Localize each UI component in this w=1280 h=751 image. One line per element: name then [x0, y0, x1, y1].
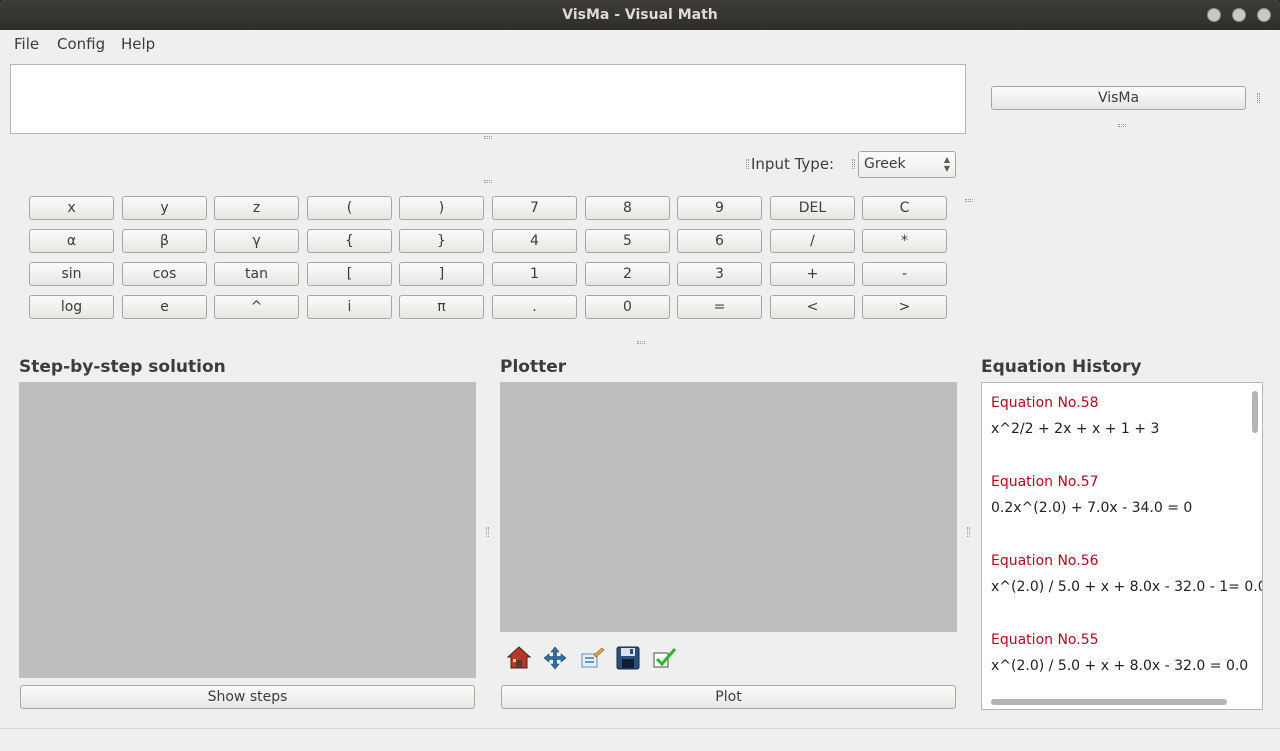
key-button[interactable]: log — [29, 295, 114, 319]
history-entry-title: Equation No.57 — [991, 474, 1099, 490]
history-entry-expression: x^(2.0) / 5.0 + x + 8.0x - 32.0 = 0.0 — [991, 658, 1249, 674]
title-bar[interactable]: VisMa - Visual Math — [0, 0, 1280, 30]
key-button[interactable]: ^ — [214, 295, 299, 319]
splitter-handle[interactable] — [637, 341, 645, 344]
app-window: VisMa - Visual Math File Config Help Vis… — [0, 0, 1280, 751]
key-button[interactable]: 4 — [492, 229, 577, 253]
key-button[interactable]: 7 — [492, 196, 577, 220]
steps-title: Step-by-step solution — [19, 357, 226, 377]
key-button[interactable]: β — [122, 229, 207, 253]
key-button[interactable]: / — [770, 229, 855, 253]
splitter-handle[interactable] — [1118, 124, 1126, 127]
key-button[interactable]: = — [677, 295, 762, 319]
history-title: Equation History — [981, 357, 1142, 377]
steps-panel — [19, 382, 476, 678]
key-button[interactable]: α — [29, 229, 114, 253]
history-entry-expression: 0.2x^(2.0) + 7.0x - 34.0 = 0 — [991, 500, 1193, 516]
status-bar — [0, 728, 1280, 751]
splitter-handle[interactable] — [852, 159, 855, 169]
menu-help[interactable]: Help — [121, 35, 155, 53]
equation-history-list[interactable]: Equation No.58 x^2/2 + 2x + x + 1 + 3 Eq… — [981, 382, 1263, 710]
splitter-handle[interactable] — [965, 199, 973, 202]
splitter-handle[interactable] — [1257, 93, 1260, 103]
show-steps-button[interactable]: Show steps — [20, 685, 475, 709]
history-entry[interactable]: Equation No.55 x^(2.0) / 5.0 + x + 8.0x … — [991, 632, 1248, 674]
window-title: VisMa - Visual Math — [562, 7, 718, 23]
menu-bar: File Config Help — [0, 30, 1280, 56]
key-button[interactable]: tan — [214, 262, 299, 286]
expression-input[interactable] — [10, 64, 966, 134]
key-button[interactable]: 0 — [585, 295, 670, 319]
key-button[interactable]: ( — [307, 196, 392, 220]
key-button[interactable]: < — [770, 295, 855, 319]
key-button[interactable]: * — [862, 229, 947, 253]
splitter-handle[interactable] — [486, 527, 489, 537]
history-entry-expression: x^(2.0) / 5.0 + x + 8.0x - 32.0 - 1= 0.0 — [991, 579, 1263, 595]
history-entry[interactable]: Equation No.56 x^(2.0) / 5.0 + x + 8.0x … — [991, 553, 1263, 595]
key-button[interactable]: x — [29, 196, 114, 220]
history-entry-title: Equation No.56 — [991, 553, 1099, 569]
pan-icon[interactable] — [542, 645, 568, 671]
history-entry-title: Equation No.58 — [991, 395, 1099, 411]
minimize-icon[interactable] — [1207, 8, 1221, 22]
updown-arrows-icon: ▲ ▼ — [943, 155, 950, 173]
key-button[interactable]: cos — [122, 262, 207, 286]
key-button[interactable]: e — [122, 295, 207, 319]
key-button[interactable]: + — [770, 262, 855, 286]
key-button[interactable]: z — [214, 196, 299, 220]
plot-button[interactable]: Plot — [501, 685, 956, 709]
input-type-select[interactable]: Greek ▲ ▼ — [858, 151, 956, 178]
key-button[interactable]: 8 — [585, 196, 670, 220]
key-button[interactable]: ] — [399, 262, 484, 286]
key-button[interactable]: DEL — [770, 196, 855, 220]
key-button[interactable]: 3 — [677, 262, 762, 286]
splitter-handle[interactable] — [967, 527, 970, 537]
key-button[interactable]: [ — [307, 262, 392, 286]
key-button[interactable]: i — [307, 295, 392, 319]
key-button[interactable]: 9 — [677, 196, 762, 220]
history-entry-expression: x^2/2 + 2x + x + 1 + 3 — [991, 421, 1160, 437]
close-icon[interactable] — [1257, 8, 1271, 22]
horizontal-scrollbar[interactable] — [991, 699, 1227, 705]
key-button[interactable]: . — [492, 295, 577, 319]
key-button[interactable]: γ — [214, 229, 299, 253]
history-entry[interactable]: Equation No.58 x^2/2 + 2x + x + 1 + 3 — [991, 395, 1159, 437]
history-entry[interactable]: Equation No.57 0.2x^(2.0) + 7.0x - 34.0 … — [991, 474, 1192, 516]
input-type-label: Input Type: — [751, 155, 835, 173]
menu-config[interactable]: Config — [57, 35, 105, 53]
key-button[interactable]: 1 — [492, 262, 577, 286]
key-button[interactable]: C — [862, 196, 947, 220]
key-button[interactable]: 5 — [585, 229, 670, 253]
save-icon[interactable] — [615, 645, 641, 671]
key-button[interactable]: - — [862, 262, 947, 286]
menu-file[interactable]: File — [14, 35, 39, 53]
key-button[interactable]: 2 — [585, 262, 670, 286]
splitter-handle[interactable] — [746, 159, 749, 169]
key-button[interactable]: π — [399, 295, 484, 319]
plotter-title: Plotter — [500, 357, 567, 377]
key-button[interactable]: 6 — [677, 229, 762, 253]
plot-canvas[interactable] — [500, 382, 957, 632]
splitter-handle[interactable] — [484, 180, 492, 183]
home-icon[interactable] — [506, 645, 532, 671]
history-entry-title: Equation No.55 — [991, 632, 1099, 648]
visma-button[interactable]: VisMa — [991, 86, 1246, 110]
vertical-scrollbar[interactable] — [1252, 391, 1258, 433]
key-button[interactable]: > — [862, 295, 947, 319]
configure-subplots-icon[interactable] — [579, 645, 605, 671]
key-button[interactable]: ) — [399, 196, 484, 220]
key-button[interactable]: y — [122, 196, 207, 220]
input-type-value: Greek — [864, 156, 906, 172]
key-button[interactable]: sin — [29, 262, 114, 286]
key-button[interactable]: } — [399, 229, 484, 253]
check-icon[interactable] — [651, 645, 677, 671]
key-button[interactable]: { — [307, 229, 392, 253]
maximize-icon[interactable] — [1232, 8, 1246, 22]
splitter-handle[interactable] — [484, 136, 492, 139]
